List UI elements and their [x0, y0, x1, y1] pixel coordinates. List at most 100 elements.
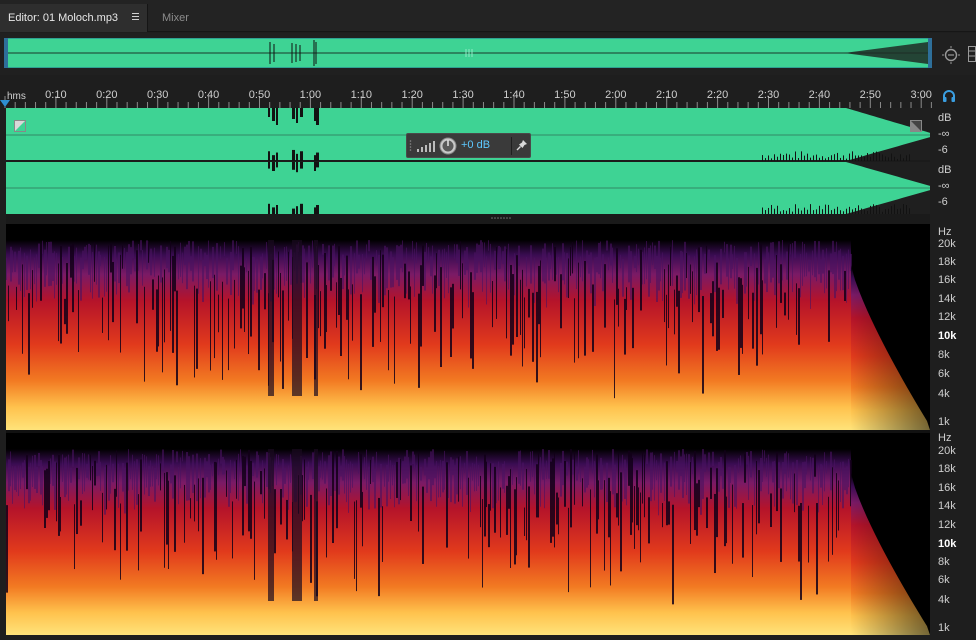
tab-mixer-label: Mixer [162, 12, 189, 24]
waveform-detail [843, 155, 844, 161]
waveform-display[interactable] [6, 108, 930, 214]
waveform-detail [780, 153, 781, 161]
waveform-dip [300, 203, 303, 214]
frequency-label: 12k [938, 519, 956, 531]
waveform-dip [296, 153, 298, 161]
panel-toggle-icon[interactable] [968, 46, 976, 62]
amplitude-label: -6 [938, 144, 948, 156]
frequency-label: 16k [938, 274, 956, 286]
waveform-detail [909, 154, 910, 161]
frequency-label: 16k [938, 482, 956, 494]
waveform-detail [852, 151, 853, 161]
waveform-dip [314, 207, 316, 214]
ruler-tick-label: 1:20 [401, 89, 423, 101]
waveform-dip [276, 108, 278, 125]
waveform-detail [834, 154, 835, 161]
overview-navigator[interactable] [0, 33, 976, 75]
frequency-unit-label: Hz [938, 226, 952, 238]
waveform-dip [296, 108, 298, 123]
tab-editor[interactable]: Editor: 01 Moloch.mp3 [0, 4, 148, 32]
waveform-detail [876, 205, 877, 214]
volume-value[interactable]: +0 dB [461, 139, 490, 151]
frequency-label: 20k [938, 445, 956, 457]
hud-divider [511, 137, 512, 155]
waveform-detail [903, 158, 904, 161]
waveform-dip [272, 162, 275, 171]
overview-waveform[interactable] [4, 38, 932, 68]
waveform-detail [774, 154, 775, 161]
time-ruler[interactable]: hms 0:10 0:20 0:30 0:40 0:50 1:00 1:10 1:20 1:30… [0, 82, 976, 108]
waveform-detail [807, 153, 808, 161]
time-format-label[interactable]: hms [7, 91, 26, 102]
frequency-label: 8k [938, 556, 950, 568]
waveform-detail [831, 155, 832, 161]
waveform-detail [858, 205, 859, 214]
meter-icon [417, 141, 435, 152]
channel-toggle-icon[interactable] [910, 120, 922, 132]
amplitude-label: -∞ [938, 180, 950, 192]
waveform-dip [296, 162, 298, 173]
amplitude-unit-label: dB [938, 164, 952, 176]
ruler-tick-label: 2:20 [706, 89, 729, 101]
ruler-tick-label: 0:30 [146, 89, 169, 101]
vertical-scale-panel [930, 108, 976, 640]
waveform-detail [846, 158, 847, 161]
ruler-tick-label: 0:50 [248, 89, 271, 101]
waveform-dip [316, 152, 319, 161]
waveform-detail [837, 206, 838, 214]
splitter-grip-icon[interactable] [490, 216, 514, 220]
frequency-label: 14k [938, 500, 956, 512]
ruler-tick-label: 0:40 [197, 89, 220, 101]
menu-icon[interactable] [132, 13, 139, 20]
waveform-detail [771, 158, 772, 161]
waveform-detail [903, 204, 904, 214]
frequency-label: 4k [938, 594, 950, 606]
waveform-detail [768, 155, 769, 161]
waveform-detail [786, 153, 787, 161]
waveform-dip [314, 108, 316, 121]
waveform-detail [765, 158, 766, 161]
knob-icon[interactable] [439, 137, 457, 155]
waveform-detail [771, 204, 772, 214]
waveform-detail [882, 154, 883, 161]
frequency-label: 10k [938, 538, 957, 550]
waveform-detail [870, 156, 871, 161]
waveform-dip [272, 155, 275, 161]
waveform-detail [876, 151, 877, 161]
waveform-detail [873, 152, 874, 161]
waveform-detail [861, 155, 862, 161]
frequency-label: 1k [938, 622, 950, 634]
waveform-dip [292, 108, 295, 119]
ruler-tick-label: 1:50 [554, 89, 576, 101]
panel-splitter[interactable] [6, 214, 930, 224]
waveform-dip [300, 108, 303, 117]
frequency-label: 10k [938, 330, 957, 342]
waveform-detail [804, 155, 805, 161]
waveform-dip [314, 162, 316, 171]
waveform-dip [272, 207, 275, 214]
waveform-detail [825, 158, 826, 161]
headphones-icon[interactable] [942, 89, 956, 103]
ruler-tick-label: 1:30 [452, 89, 474, 101]
waveform-dip [300, 151, 303, 161]
waveform-detail [816, 154, 817, 161]
waveform-detail [825, 204, 826, 214]
waveform-dip [276, 152, 278, 161]
drag-handle-icon[interactable] [409, 139, 412, 153]
pin-icon[interactable] [515, 138, 529, 154]
channel-toggle-icon[interactable] [14, 120, 26, 132]
ruler-tick-label: 2:50 [859, 89, 882, 101]
tab-editor-label: Editor: 01 Moloch.mp3 [8, 12, 119, 24]
spectral-display-channel1[interactable] [6, 224, 930, 430]
waveform-dip [292, 149, 295, 161]
waveform-detail [888, 157, 889, 161]
amplitude-unit-label: dB [938, 112, 952, 124]
spectral-display-channel2[interactable] [6, 433, 930, 635]
waveform-canvas[interactable] [6, 108, 930, 214]
tab-mixer[interactable]: Mixer [150, 4, 210, 32]
waveform-detail [879, 153, 880, 161]
volume-hud[interactable]: +0 dB [406, 133, 531, 158]
waveform-detail [864, 156, 865, 161]
zoom-icon[interactable] [940, 44, 962, 66]
waveform-detail [906, 155, 907, 161]
